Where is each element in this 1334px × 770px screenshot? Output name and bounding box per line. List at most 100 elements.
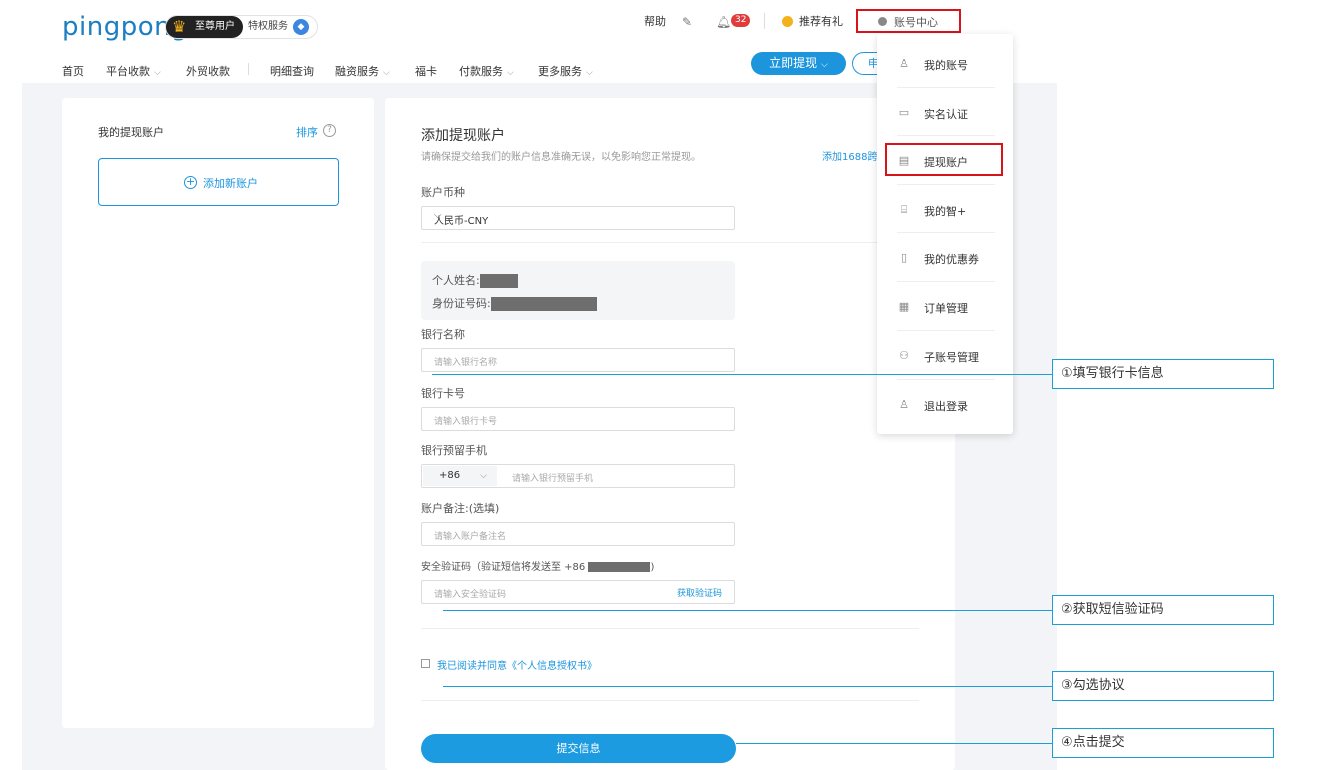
masked-name [479,274,518,288]
menu-item-my-account[interactable]: ♙ 我的账号 [877,38,1013,86]
nav-label: 平台收款 [106,65,150,78]
vip-label: 至尊用户 [195,21,235,32]
annotation-step-1: ①填写银行卡信息 [1052,359,1274,389]
security-code-label: 安全验证码（验证短信将发送至 +86 ) [421,558,654,573]
add-account-label: 添加新账户 [203,177,258,190]
nav-platform-receive[interactable]: 平台收款 ⌵ [106,63,161,79]
bell-icon[interactable]: 🔔︎ [716,15,731,29]
nav-label: 更多服务 [538,65,582,78]
menu-item-label: 订单管理 [924,302,968,315]
menu-item-label: 退出登录 [924,400,968,413]
country-code-select[interactable]: +86 ⌵ [423,466,497,486]
plus-icon: + [184,175,197,189]
masked-id [490,297,597,311]
bank-name-label: 银行名称 [421,328,465,341]
add-account-button[interactable]: + 添加新账户 [98,158,339,206]
remark-label: 账户备注:(选填) [421,502,500,515]
code-label-end: ) [650,562,655,573]
form-title: 添加提现账户 [421,128,505,144]
chevron-down-icon: ⌵ [507,68,514,78]
annotation-step-4: ④点击提交 [1052,728,1274,758]
annotation-line-1 [432,374,1052,375]
id-card-icon: ▭ [898,106,910,119]
question-icon[interactable]: ? [323,124,336,137]
help-link[interactable]: 帮助 [644,15,666,29]
nav-label: 融资服务 [335,65,379,78]
logout-icon: ♙ [899,398,909,411]
header-divider [764,13,765,29]
id-label: 身份证号码: [432,297,491,310]
code-label-text: 安全验证码（验证短信将发送至 +86 [421,562,586,573]
chevron-down-icon: ⌵ [434,210,442,221]
id-row: 身份证号码: [432,295,597,311]
nav-home[interactable]: 首页 [62,63,84,79]
annotation-step-2: ②获取短信验证码 [1052,595,1274,625]
menu-item-label: 子账号管理 [924,351,979,364]
privilege-label[interactable]: 特权服务 [248,16,288,38]
divider [421,700,919,701]
coin-icon [782,16,793,27]
chevron-down-icon: ⌵ [383,68,390,78]
chevron-down-icon: ⌵ [821,60,828,70]
annotation-line-4 [736,743,1052,744]
menu-item-logout[interactable]: ♙ 退出登录 [877,379,1013,427]
add-1688-link[interactable]: 添加1688跨 [822,148,880,163]
vip-badge[interactable]: ♛ 至尊用户 特权服务 ◆ [165,15,318,39]
nav-financing[interactable]: 融资服务 ⌵ [335,63,390,79]
annotation-step-3: ③勾选协议 [1052,671,1274,701]
nav-trade-receive[interactable]: 外贸收款 [186,63,230,79]
agree-checkbox[interactable] [421,659,430,668]
nav-more[interactable]: 更多服务 ⌵ [538,63,593,79]
withdraw-label: 立即提现 [769,56,818,70]
gift-icon: ⌸ [900,203,908,216]
vip-level: ♛ 至尊用户 [166,16,243,38]
crown-icon: ♛ [172,17,187,36]
menu-item-label: 我的账号 [924,59,968,72]
menu-item-sub-accounts[interactable]: ⚇ 子账号管理 [877,330,1013,378]
nav-payment[interactable]: 付款服务 ⌵ [459,63,514,79]
card-number-label: 银行卡号 [421,387,465,400]
nav-details[interactable]: 明细查询 [270,63,314,79]
account-icon [878,17,887,26]
currency-label: 账户币种 [421,186,465,199]
chevron-down-icon: ⌵ [480,471,487,481]
name-label: 个人姓名: [432,274,480,287]
card-number-input[interactable]: 请输入银行卡号 [421,407,735,431]
nav-label: 付款服务 [459,65,503,78]
account-center-label: 账号中心 [894,16,938,29]
nav-fuka[interactable]: 福卡 [415,63,437,79]
submit-button[interactable]: 提交信息 [421,734,736,763]
name-row: 个人姓名: [432,272,518,288]
divider [421,628,919,629]
menu-item-zhi-plus[interactable]: ⌸ 我的智+ [877,184,1013,232]
menu-item-verification[interactable]: ▭ 实名认证 [877,87,1013,135]
form-subtitle: 请确保提交给我们的账户信息准确无误，以免影响您正常提现。 [421,152,701,163]
referral-link[interactable]: 推荐有礼 [799,15,843,29]
user-icon: ♙ [899,57,909,70]
account-center-button[interactable]: 账号中心 [856,9,961,33]
divider [421,242,919,243]
withdraw-now-button[interactable]: 立即提现 ⌵ [751,52,846,75]
masked-phone [588,562,651,572]
left-panel-title: 我的提现账户 [98,126,164,139]
agreement-link[interactable]: 我已阅读并同意《个人信息授权书》 [437,657,597,672]
menu-item-orders[interactable]: ▦ 订单管理 [877,281,1013,329]
phone-input[interactable]: +86 ⌵ 请输入银行预留手机 [421,464,735,488]
remark-placeholder: 请输入账户备注名 [434,532,507,542]
menu-item-label: 我的优惠券 [924,253,979,266]
bank-name-placeholder: 请输入银行名称 [434,358,498,368]
bank-name-input[interactable]: 请输入银行名称 [421,348,735,372]
annotation-line-3 [443,686,1052,687]
chevron-down-icon: ⌵ [586,68,593,78]
currency-select[interactable]: 人民币-CNY ⌵ [421,206,735,230]
security-code-input[interactable]: 请输入安全验证码 获取验证码 [421,580,735,604]
sort-link[interactable]: 排序 [296,124,318,140]
get-code-button[interactable]: 获取验证码 [677,586,722,599]
annotation-line-2 [443,610,1052,611]
diamond-icon: ◆ [293,19,309,35]
security-code-placeholder: 请输入安全验证码 [434,590,507,600]
chevron-down-icon: ⌵ [154,68,161,78]
menu-item-coupons[interactable]: ▯ 我的优惠券 [877,232,1013,280]
remark-input[interactable]: 请输入账户备注名 [421,522,735,546]
edit-icon[interactable]: ✎ [682,15,692,29]
